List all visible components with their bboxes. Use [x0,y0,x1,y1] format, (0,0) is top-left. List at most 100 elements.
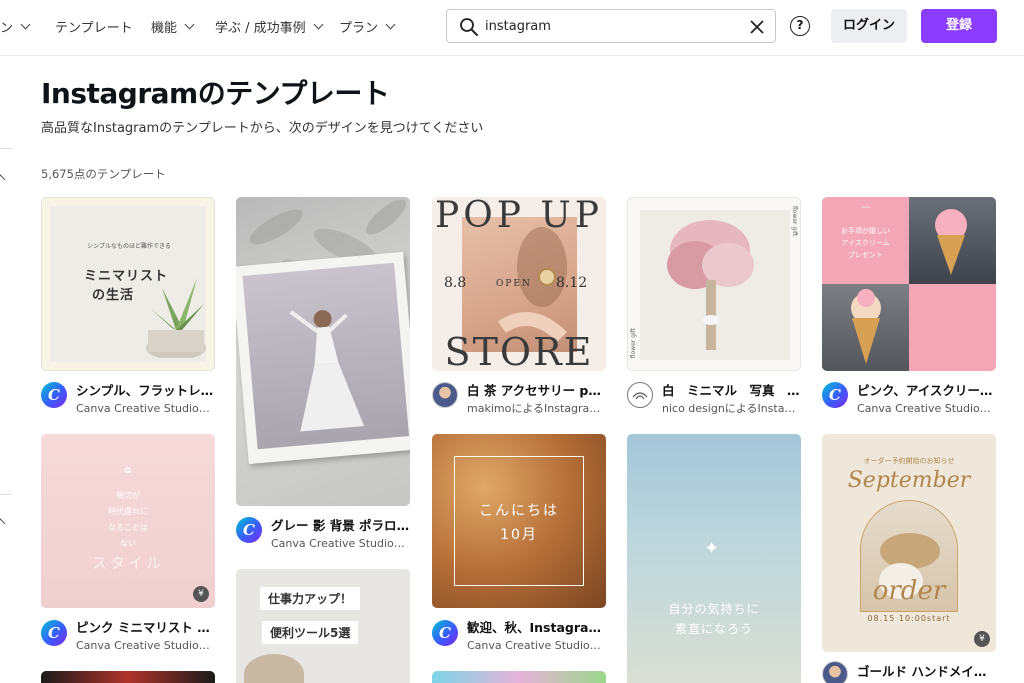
icecream-photo [822,284,909,371]
template-text: なることは [108,523,148,532]
template-thumbnail[interactable]: 仕事力アップ！ 便利ツール5選 [236,569,410,683]
succulent-plant-image [146,278,206,358]
template-text: 8.12 [556,275,588,291]
polaroid-frame [236,251,410,465]
template-title[interactable]: ゴールド ハンドメイド … [857,661,997,680]
help-icon[interactable]: ? [790,16,810,36]
search-input[interactable]: instagram [446,9,776,43]
template-text: 08.15 10:00start [867,614,951,623]
canva-logo-icon[interactable]: C [41,620,67,646]
sidebar-divider [0,494,12,495]
template-title[interactable]: グレー 影 背景 ポラロイ… [271,515,411,534]
template-thumbnail[interactable]: POP UP 8.8 OPEN 8.12 STORE [432,197,606,371]
nav-item-label: ン [0,21,14,36]
template-text: 10月 [500,527,538,543]
top-navigation-bar: ン テンプレート 機能 学ぶ / 成功事例 プラン instagram ? ログ… [0,0,1024,56]
template-text: スタイル [91,554,164,572]
clear-icon[interactable] [747,17,767,37]
template-author[interactable]: Canva Creative Studioによ… [76,637,216,653]
icecream-photo [909,197,996,284]
flower-icon: ✿ [124,466,132,476]
chevron-down-icon [20,19,31,29]
nav-item-label: プラン [339,21,379,36]
template-text: アイスクリーム [841,239,890,247]
nav-item-templates[interactable]: テンプレート [55,17,133,36]
nav-item-label: テンプレート [55,21,133,36]
author-avatar[interactable] [822,661,848,683]
template-title[interactable]: 白 茶 アクセサリー pop… [467,380,607,399]
canva-logo-icon[interactable]: C [236,517,262,543]
template-thumbnail[interactable] [432,671,606,683]
signup-button[interactable]: 登録 [921,9,997,43]
page-subtitle: 高品質なInstagramのテンプレートから、次のデザインを見つけてください [41,121,484,136]
sidebar-divider [0,148,12,149]
chevron-up-icon[interactable] [0,518,6,529]
template-author[interactable]: nico designによるInstagra… [662,400,802,416]
premium-badge-icon: ¥ [974,631,990,647]
template-thumbnail[interactable]: ✿ 親切が 時代遅れに なることは ない スタイル ¥ [41,434,215,608]
template-text: オーダー予約開始のお知らせ [863,457,955,465]
photo-frame [640,210,790,360]
login-button[interactable]: ログイン [831,9,907,43]
template-thumbnail[interactable] [41,671,215,683]
nav-item-features[interactable]: 機能 [151,17,195,36]
canva-logo-icon[interactable]: C [432,620,458,646]
template-title[interactable]: ピンク ミニマリスト 親… [76,617,216,636]
template-text: こんにちは [479,503,559,519]
brand-text: ••• [861,205,870,211]
nav-item-learn[interactable]: 学ぶ / 成功事例 [215,17,324,36]
template-thumbnail[interactable]: オーダー予約開始のお知らせ September order 08.15 10:0… [822,434,996,652]
template-author[interactable]: Canva Creative Studioによ… [271,535,411,551]
chevron-down-icon [184,19,195,29]
template-text: 自分の気持ちに [668,602,760,616]
template-text-block: 親切が 時代遅れに なることは ない [41,488,215,552]
template-author[interactable]: Canva Creative Studioによ… [76,400,216,416]
nav-item-plans[interactable]: プラン [339,17,396,36]
text-frame [454,456,584,586]
template-text-block: お手頃が嬉しい アイスクリーム プレゼント [822,225,909,261]
template-title[interactable]: 白 ミニマル 写真 … [662,380,802,399]
template-title[interactable]: 歓迎、秋、Instagram… [467,617,607,636]
dried-flower-bouquet-image [667,220,754,350]
author-avatar[interactable] [627,382,653,408]
template-text: 時代遅れに [108,507,148,516]
floral-logo-icon [632,392,648,400]
template-thumbnail[interactable]: flower gift flower gift [627,197,801,371]
template-text: flower gift [791,206,798,237]
page-title: Instagramのテンプレート [41,77,390,110]
template-text: order [872,576,946,606]
author-avatar[interactable] [432,382,458,408]
template-text: 親切が [116,491,140,500]
template-title[interactable]: シンプル、フラットレ… [76,380,216,399]
chevron-down-icon [385,19,396,29]
template-author[interactable]: Canva Creative Studioによ… [467,637,607,653]
template-text: 便利ツール5選 [262,621,359,644]
template-thumbnail[interactable]: ✦ 自分の気持ちに 素直になろう [627,434,801,683]
woman-white-dress-image [289,310,365,432]
template-text: お手頃が嬉しい [841,227,890,235]
decor-image [244,654,304,683]
sparkle-icon: ✦ [704,538,720,559]
template-text: シンプルなものほど難作できる [87,243,171,250]
nav-item-label: 機能 [151,21,178,36]
template-author[interactable]: makimoによるInstagramの… [467,400,607,416]
search-icon [460,18,478,36]
template-thumbnail[interactable] [236,197,410,506]
nav-item-partial[interactable]: ン [0,17,31,36]
template-thumbnail[interactable]: こんにちは 10月 [432,434,606,608]
template-text: の生活 [92,288,135,303]
canva-logo-icon[interactable]: C [41,382,67,408]
template-thumbnail[interactable]: シンプルなものほど難作できる ミニマリスト の生活 [41,197,215,371]
template-title[interactable]: ピンク、アイスクリー… [857,380,997,399]
search-value: instagram [485,19,551,34]
chevron-down-icon [313,19,324,29]
template-text: OPEN [496,279,532,289]
template-text: プレゼント [848,251,883,259]
template-text: 8.8 [444,275,467,291]
template-text: 素直になろう [674,622,753,636]
template-thumbnail[interactable]: ••• お手頃が嬉しい アイスクリーム プレゼント [822,197,996,371]
chevron-up-icon[interactable] [0,174,6,185]
premium-badge-icon: ¥ [193,586,209,602]
canva-logo-icon[interactable]: C [822,382,848,408]
template-author[interactable]: Canva Creative Studioによ… [857,400,997,416]
